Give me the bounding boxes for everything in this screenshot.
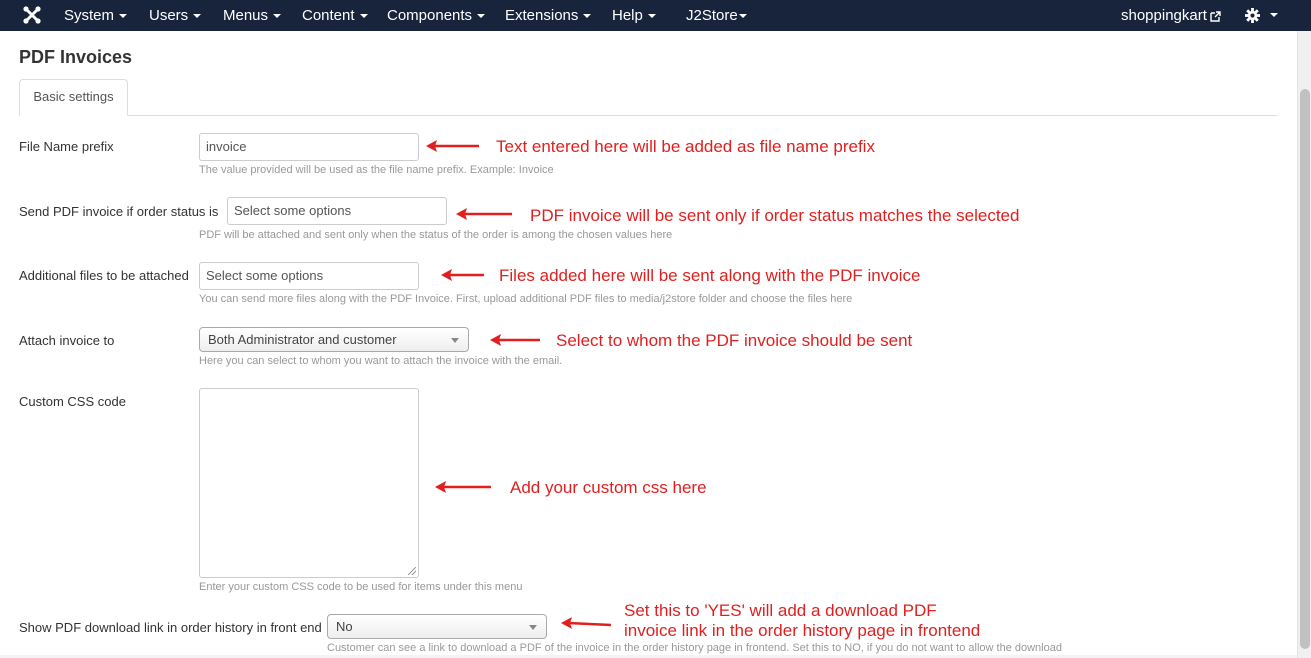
additional-files-help: You can send more files along with the P… (199, 293, 853, 305)
dropdown-arrow-icon (451, 338, 459, 343)
settings-menu[interactable] (1245, 6, 1278, 23)
site-link[interactable]: shoppingkart (1121, 7, 1221, 24)
annotation-order-status: PDF invoice will be sent only if order s… (530, 206, 1020, 225)
attach-to-value: Both Administrator and customer (208, 332, 397, 347)
menu-j2store[interactable]: J2Store (686, 7, 747, 24)
annotation-arrow-icon (435, 481, 491, 493)
annotation-arrow-icon (426, 140, 479, 152)
download-link-value: No (336, 619, 353, 634)
chevron-down-icon (583, 14, 592, 19)
attach-to-help: Here you can select to whom you want to … (199, 355, 563, 367)
menu-extensions-label: Extensions (505, 7, 579, 24)
additional-files-label: Additional files to be attached (19, 268, 189, 283)
custom-css-help: Enter your custom CSS code to be used fo… (199, 581, 523, 593)
chevron-down-icon (119, 14, 128, 19)
file-prefix-input[interactable]: invoice (199, 133, 419, 161)
menu-components[interactable]: Components (387, 7, 486, 24)
menu-menus[interactable]: Menus (223, 7, 282, 24)
joomla-logo-icon[interactable] (22, 5, 42, 25)
menu-help[interactable]: Help (612, 7, 656, 24)
file-prefix-help: The value provided will be used as the f… (199, 164, 554, 176)
page-title: PDF Invoices (19, 47, 133, 67)
menu-content[interactable]: Content (302, 7, 368, 24)
dropdown-arrow-icon (529, 625, 537, 630)
menu-content-label: Content (302, 7, 355, 24)
menu-system[interactable]: System (64, 7, 128, 24)
annotation-download-link-line2: invoice link in the order history page i… (624, 621, 981, 640)
attach-to-select[interactable]: Both Administrator and customer (199, 327, 469, 352)
order-status-label: Send PDF invoice if order status is (19, 204, 219, 219)
menu-components-label: Components (387, 7, 473, 24)
chevron-down-icon (738, 14, 747, 19)
download-link-help: Customer can see a link to download a PD… (327, 642, 1062, 654)
attach-to-label: Attach invoice to (19, 333, 115, 348)
chevron-down-icon (647, 14, 656, 19)
menu-menus-label: Menus (223, 7, 269, 24)
download-link-label: Show PDF download link in order history … (19, 620, 322, 635)
annotation-download-link-line1: Set this to 'YES' will add a download PD… (624, 601, 937, 620)
order-status-multiselect[interactable]: Select some options (227, 197, 447, 225)
annotation-arrow-icon (490, 334, 540, 346)
chevron-down-icon (273, 14, 282, 19)
custom-css-label: Custom CSS code (19, 394, 126, 409)
tab-divider (19, 115, 1277, 116)
annotation-arrow-icon (561, 617, 612, 629)
annotation-arrow-icon (441, 269, 484, 281)
external-link-icon (1210, 10, 1221, 22)
annotation-additional-files: Files added here will be sent along with… (499, 266, 921, 285)
annotation-file-prefix: Text entered here will be added as file … (496, 137, 875, 156)
vertical-scrollbar[interactable] (1297, 31, 1311, 658)
menu-help-label: Help (612, 7, 643, 24)
chevron-down-icon (359, 14, 368, 19)
annotation-custom-css: Add your custom css here (510, 478, 707, 497)
top-navbar: System Users Menus Content Components Ex… (0, 0, 1311, 31)
resize-grip-icon[interactable] (408, 567, 416, 575)
gear-icon (1245, 7, 1260, 23)
annotation-attach-to: Select to whom the PDF invoice should be… (556, 331, 913, 350)
chevron-down-icon (1270, 13, 1278, 18)
custom-css-textarea[interactable] (199, 388, 419, 578)
tab-basic-settings[interactable]: Basic settings (19, 79, 128, 116)
annotation-arrow-icon (456, 208, 512, 220)
menu-extensions[interactable]: Extensions (505, 7, 592, 24)
menu-users[interactable]: Users (149, 7, 202, 24)
chevron-down-icon (477, 14, 486, 19)
scrollbar-thumb[interactable] (1300, 89, 1310, 649)
menu-users-label: Users (149, 7, 189, 24)
download-link-select[interactable]: No (327, 614, 547, 639)
menu-j2store-label: J2Store (686, 7, 738, 24)
additional-files-multiselect[interactable]: Select some options (199, 262, 419, 290)
chevron-down-icon (193, 14, 202, 19)
file-prefix-label: File Name prefix (19, 139, 114, 154)
menu-system-label: System (64, 7, 115, 24)
site-link-label: shoppingkart (1121, 7, 1207, 24)
order-status-help: PDF will be attached and sent only when … (199, 229, 673, 241)
